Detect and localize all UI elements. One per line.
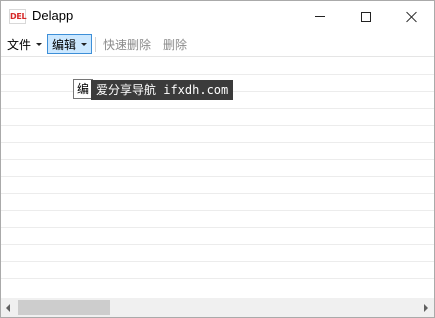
horizontal-scrollbar[interactable] <box>1 298 434 317</box>
menu-edit-label: 编辑 <box>52 37 77 52</box>
app-window: DEL Delapp 文件 编辑 快速删除 删除 编 爱分享导航 ifxdh.c… <box>0 0 435 318</box>
menu-edit[interactable]: 编辑 <box>47 34 93 54</box>
menu-bar: 文件 编辑 快速删除 删除 <box>1 32 434 56</box>
app-del-icon: DEL <box>9 9 27 24</box>
list-row-divider <box>1 244 434 245</box>
list-row-divider <box>1 261 434 262</box>
minimize-icon <box>315 16 325 17</box>
list-row-divider <box>1 193 434 194</box>
list-row-divider <box>1 74 434 75</box>
list-row-divider <box>1 278 434 279</box>
close-icon <box>406 11 418 23</box>
maximize-button[interactable] <box>343 1 389 32</box>
chevron-down-icon <box>81 42 88 46</box>
menu-delete[interactable]: 删除 <box>159 34 191 54</box>
watermark-overlay: 爱分享导航 ifxdh.com <box>91 80 234 100</box>
list-row-divider <box>1 108 434 109</box>
list-row-divider <box>1 210 434 211</box>
menu-file[interactable]: 文件 <box>3 34 46 54</box>
scroll-left-icon[interactable] <box>6 304 10 312</box>
menu-file-label: 文件 <box>7 37 32 52</box>
menu-quick-delete[interactable]: 快速删除 <box>99 34 155 54</box>
scroll-right-icon[interactable] <box>424 304 428 312</box>
title-bar[interactable]: DEL Delapp <box>1 1 434 32</box>
chevron-down-icon <box>36 42 43 46</box>
list-row-divider <box>1 159 434 160</box>
scrollbar-thumb[interactable] <box>18 300 110 315</box>
window-title: Delapp <box>32 8 74 23</box>
menu-separator <box>95 37 96 52</box>
minimize-button[interactable] <box>297 1 343 32</box>
list-row-divider <box>1 227 434 228</box>
list-row-divider <box>1 176 434 177</box>
tooltip: 编 <box>73 79 93 99</box>
close-button[interactable] <box>389 1 435 32</box>
list-row-divider <box>1 142 434 143</box>
list-row-divider <box>1 125 434 126</box>
maximize-icon <box>361 11 371 22</box>
